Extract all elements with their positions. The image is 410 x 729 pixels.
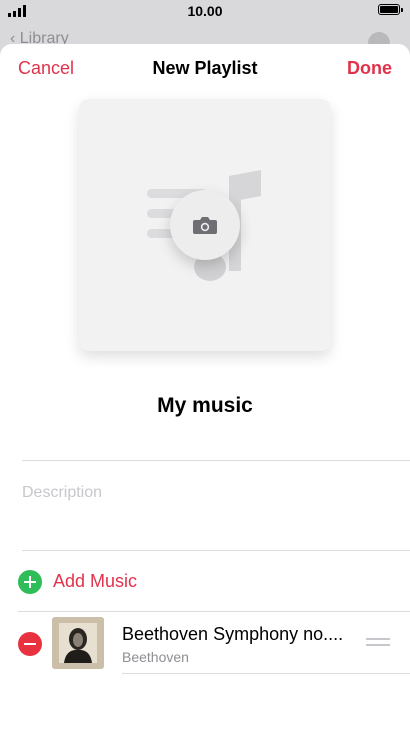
add-music-label: Add Music <box>53 571 138 591</box>
done-button[interactable]: Done <box>347 58 392 79</box>
description-field[interactable] <box>22 484 392 502</box>
song-artist: Beethoven <box>122 649 189 665</box>
remove-song-button[interactable] <box>18 632 42 656</box>
divider <box>122 673 410 674</box>
list-item: Beethoven Symphony no.... Beethoven <box>0 614 410 674</box>
status-bar: 10.00 <box>0 0 410 24</box>
status-time: 10.00 <box>187 3 223 19</box>
add-music-button[interactable]: Add Music <box>18 568 398 596</box>
camera-icon <box>193 217 217 234</box>
divider <box>22 460 410 461</box>
album-artwork <box>52 617 104 669</box>
battery-icon <box>378 4 403 15</box>
plus-circle-icon <box>18 570 42 594</box>
playlist-name-field[interactable]: My music <box>0 394 410 418</box>
song-title: Beethoven Symphony no.... <box>122 624 344 644</box>
divider <box>18 611 410 612</box>
camera-button[interactable] <box>170 190 240 260</box>
reorder-handle-icon[interactable] <box>366 636 390 650</box>
divider <box>22 550 410 551</box>
playlist-artwork[interactable] <box>79 99 331 351</box>
new-playlist-sheet: Cancel New Playlist Done My music Add Mu… <box>0 44 410 729</box>
